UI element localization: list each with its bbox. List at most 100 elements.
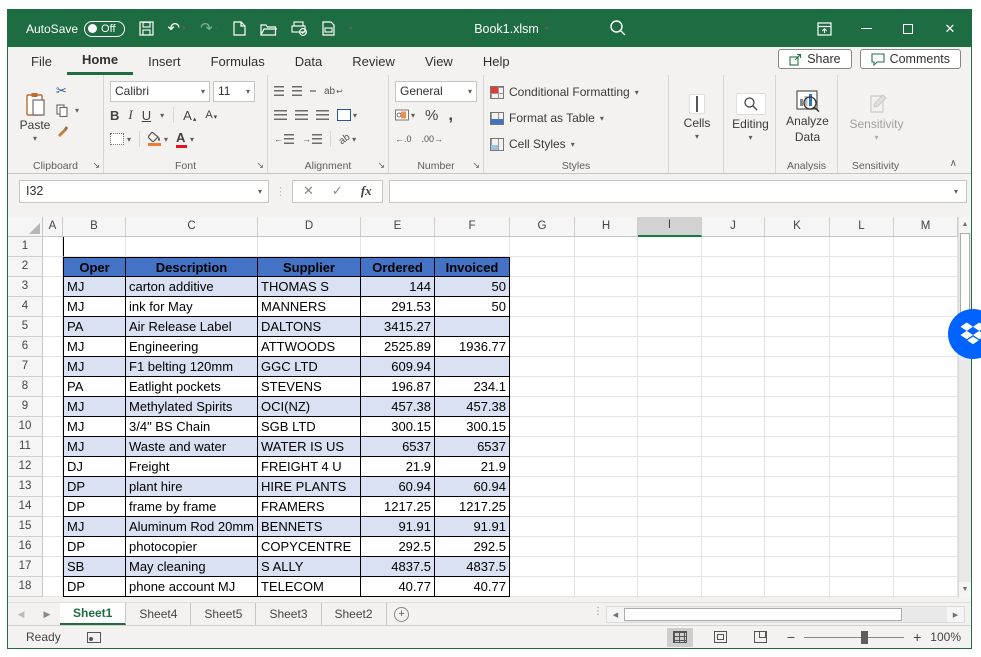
cell-E1[interactable] <box>361 237 435 257</box>
cell-D7[interactable]: GGC LTD <box>258 357 361 377</box>
tab-insert[interactable]: Insert <box>133 47 196 75</box>
cell-D17[interactable]: S ALLY <box>258 557 361 577</box>
cell-J1[interactable] <box>702 237 765 257</box>
cell-K14[interactable] <box>765 497 830 517</box>
align-right-button[interactable] <box>316 110 329 120</box>
cell-K1[interactable] <box>765 237 830 257</box>
increase-decimal-button[interactable]: ←.0 <box>395 134 412 144</box>
align-top-button[interactable] <box>274 86 284 96</box>
horizontal-scroll-track[interactable] <box>902 607 947 622</box>
cell-B14[interactable]: DP <box>63 497 126 517</box>
row-header-5[interactable]: 5 <box>8 317 43 337</box>
cell-A4[interactable] <box>43 297 63 317</box>
cell-A5[interactable] <box>43 317 63 337</box>
cell-E12[interactable]: 21.9 <box>361 457 435 477</box>
cell-J16[interactable] <box>702 537 765 557</box>
cells-button[interactable]: Cells ▾ <box>675 79 719 155</box>
cell-D8[interactable]: STEVENS <box>258 377 361 397</box>
scroll-left-button[interactable]: ◀ <box>607 607 624 622</box>
column-header-H[interactable]: H <box>575 217 638 237</box>
cell-M17[interactable] <box>894 557 958 577</box>
zoom-slider-thumb[interactable] <box>861 631 868 644</box>
cell-C5[interactable]: Air Release Label <box>126 317 258 337</box>
cell-J10[interactable] <box>702 417 765 437</box>
cell-C13[interactable]: plant hire <box>126 477 258 497</box>
cell-E7[interactable]: 609.94 <box>361 357 435 377</box>
customize-qat-button[interactable]: ▾ <box>349 25 353 33</box>
cell-I1[interactable] <box>638 237 702 257</box>
cell-L14[interactable] <box>830 497 894 517</box>
horizontal-scroll-thumb[interactable] <box>624 608 902 621</box>
column-header-F[interactable]: F <box>435 217 510 237</box>
number-format-combo[interactable]: General ▾ <box>395 81 477 102</box>
cell-B1[interactable] <box>63 237 126 257</box>
cell-B3[interactable]: MJ <box>63 277 126 297</box>
font-name-combo[interactable]: Calibri ▾ <box>110 81 210 102</box>
cell-C7[interactable]: F1 belting 120mm <box>126 357 258 377</box>
cell-G15[interactable] <box>510 517 575 537</box>
cell-H3[interactable] <box>575 277 638 297</box>
cell-F14[interactable]: 1217.25 <box>435 497 510 517</box>
cell-D1[interactable] <box>258 237 361 257</box>
vertical-scrollbar[interactable]: ▲ ▼ <box>958 217 971 598</box>
cell-G12[interactable] <box>510 457 575 477</box>
font-color-button[interactable]: A ▾ <box>176 127 194 151</box>
cell-L11[interactable] <box>830 437 894 457</box>
cell-C10[interactable]: 3/4" BS Chain <box>126 417 258 437</box>
cell-C1[interactable] <box>126 237 258 257</box>
merge-center-button[interactable]: ▾ <box>337 103 357 127</box>
formula-bar-drag-handle[interactable]: ⋮ <box>275 185 286 198</box>
sheet-tab-sheet1[interactable]: Sheet1 <box>60 603 126 625</box>
cell-H9[interactable] <box>575 397 638 417</box>
cell-D3[interactable]: THOMAS S <box>258 277 361 297</box>
row-header-17[interactable]: 17 <box>8 557 43 577</box>
grow-font-button[interactable]: A▴ <box>183 108 196 123</box>
cell-E13[interactable]: 60.94 <box>361 477 435 497</box>
cell-D14[interactable]: FRAMERS <box>258 497 361 517</box>
conditional-formatting-button[interactable]: Conditional Formatting ▾ <box>490 79 664 105</box>
cell-D12[interactable]: FREIGHT 4 U <box>258 457 361 477</box>
font-dialog-launcher[interactable]: ↘ <box>256 160 264 171</box>
cell-F2[interactable]: Invoiced <box>435 257 510 277</box>
share-button[interactable]: Share <box>778 49 851 69</box>
cell-J8[interactable] <box>702 377 765 397</box>
cell-F10[interactable]: 300.15 <box>435 417 510 437</box>
cell-F15[interactable]: 91.91 <box>435 517 510 537</box>
cell-M12[interactable] <box>894 457 958 477</box>
accounting-format-button[interactable]: ▾ <box>395 103 415 127</box>
cell-L2[interactable] <box>830 257 894 277</box>
cell-F8[interactable]: 234.1 <box>435 377 510 397</box>
row-header-14[interactable]: 14 <box>8 497 43 517</box>
cell-K5[interactable] <box>765 317 830 337</box>
column-header-D[interactable]: D <box>258 217 361 237</box>
scroll-up-button[interactable]: ▲ <box>959 217 971 233</box>
cell-G9[interactable] <box>510 397 575 417</box>
number-dialog-launcher[interactable]: ↘ <box>472 160 480 171</box>
analyze-data-button[interactable]: Analyze Data <box>782 79 833 155</box>
cell-E5[interactable]: 3415.27 <box>361 317 435 337</box>
cell-M16[interactable] <box>894 537 958 557</box>
tab-review[interactable]: Review <box>337 47 410 75</box>
row-header-15[interactable]: 15 <box>8 517 43 537</box>
cell-G5[interactable] <box>510 317 575 337</box>
column-header-K[interactable]: K <box>765 217 830 237</box>
clipboard-dialog-launcher[interactable]: ↘ <box>92 160 100 171</box>
percent-style-button[interactable]: % <box>425 107 438 124</box>
cell-J11[interactable] <box>702 437 765 457</box>
cell-G14[interactable] <box>510 497 575 517</box>
scroll-right-button[interactable]: ▶ <box>947 607 964 622</box>
cell-J9[interactable] <box>702 397 765 417</box>
formula-input[interactable]: ▾ <box>389 180 967 203</box>
redo-button[interactable]: ↷ ▾ <box>200 21 219 36</box>
shrink-font-button[interactable]: A▾ <box>205 109 217 121</box>
cell-G7[interactable] <box>510 357 575 377</box>
cell-B9[interactable]: MJ <box>63 397 126 417</box>
column-header-L[interactable]: L <box>830 217 894 237</box>
cell-A7[interactable] <box>43 357 63 377</box>
cell-A3[interactable] <box>43 277 63 297</box>
cell-F5[interactable] <box>435 317 510 337</box>
cell-F13[interactable]: 60.94 <box>435 477 510 497</box>
maximize-button[interactable] <box>887 10 929 47</box>
cell-B6[interactable]: MJ <box>63 337 126 357</box>
cancel-entry-button[interactable]: ✕ <box>303 183 314 199</box>
